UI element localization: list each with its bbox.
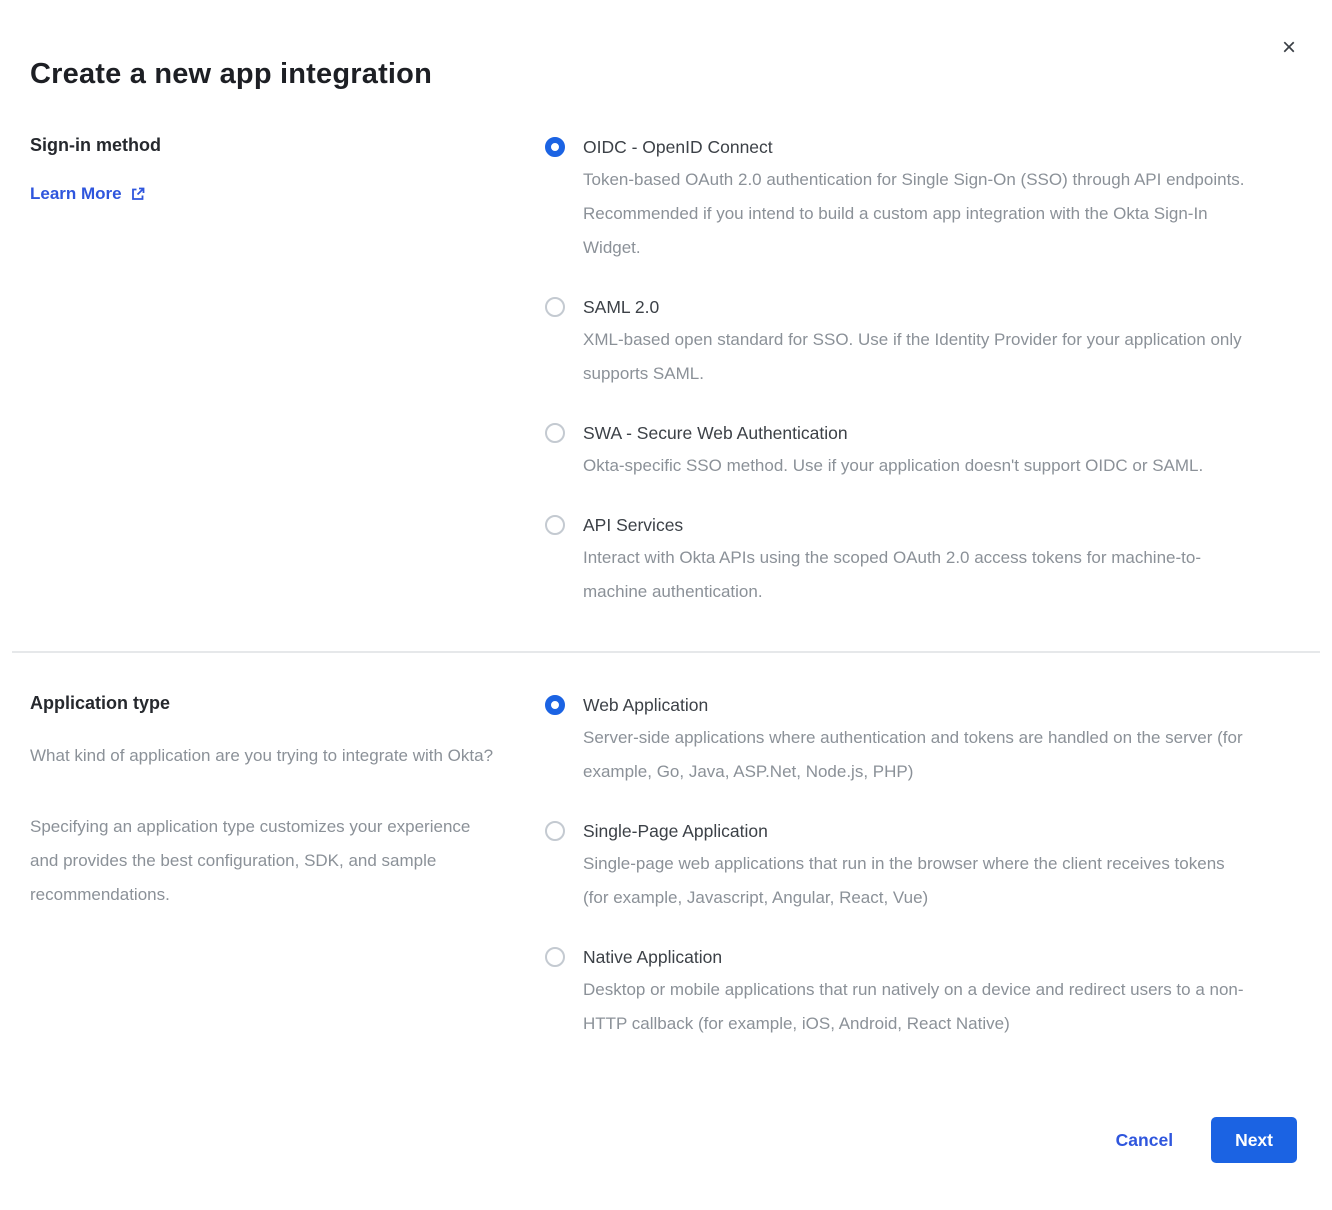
external-link-icon <box>130 186 146 202</box>
radio-option-swa-secure-web-authentication[interactable]: SWA - Secure Web Authentication Okta-spe… <box>545 421 1297 483</box>
create-app-integration-dialog: × Create a new app integration Sign-in m… <box>0 0 1332 1210</box>
radio-option-label[interactable]: Native Application <box>583 945 1251 969</box>
radio-option-native-application[interactable]: Native Application Desktop or mobile app… <box>545 945 1297 1041</box>
radio-option-label[interactable]: API Services <box>583 513 1251 537</box>
radio-option-content: SWA - Secure Web Authentication Okta-spe… <box>583 421 1203 483</box>
cancel-button[interactable]: Cancel <box>1116 1130 1173 1151</box>
radio-selected-icon-web-application[interactable] <box>545 695 565 715</box>
radio-option-oidc-openid-connect[interactable]: OIDC - OpenID Connect Token-based OAuth … <box>545 135 1297 265</box>
radio-option-api-services[interactable]: API Services Interact with Okta APIs usi… <box>545 513 1297 609</box>
radio-option-description: Single-page web applications that run in… <box>583 847 1251 915</box>
learn-more-label: Learn More <box>30 184 122 204</box>
signin-method-label: Sign-in method <box>30 135 545 156</box>
radio-option-content: API Services Interact with Okta APIs usi… <box>583 513 1251 609</box>
radio-option-content: Web Application Server-side applications… <box>583 693 1251 789</box>
radio-unselected-icon-api-services[interactable] <box>545 515 565 535</box>
application-type-label: Application type <box>30 693 545 714</box>
radio-option-label[interactable]: SAML 2.0 <box>583 295 1251 319</box>
radio-unselected-icon-swa-secure-web-authentication[interactable] <box>545 423 565 443</box>
signin-method-section: Sign-in method Learn More OIDC - OpenID … <box>30 135 1297 609</box>
next-button[interactable]: Next <box>1211 1117 1297 1163</box>
section-divider <box>12 651 1320 653</box>
radio-option-label[interactable]: Single-Page Application <box>583 819 1251 843</box>
radio-option-description: Server-side applications where authentic… <box>583 721 1251 789</box>
radio-option-content: OIDC - OpenID Connect Token-based OAuth … <box>583 135 1251 265</box>
application-type-section: Application type What kind of applicatio… <box>30 693 1297 1041</box>
radio-option-label[interactable]: Web Application <box>583 693 1251 717</box>
application-type-options: Web Application Server-side applications… <box>545 693 1297 1041</box>
radio-option-content: Native Application Desktop or mobile app… <box>583 945 1251 1041</box>
radio-option-content: SAML 2.0 XML-based open standard for SSO… <box>583 295 1251 391</box>
radio-option-saml-2-0[interactable]: SAML 2.0 XML-based open standard for SSO… <box>545 295 1297 391</box>
application-type-left-column: Application type What kind of applicatio… <box>30 693 545 1041</box>
dialog-footer: Cancel Next <box>1116 1117 1297 1163</box>
radio-option-description: Interact with Okta APIs using the scoped… <box>583 541 1251 609</box>
radio-unselected-icon-saml-2-0[interactable] <box>545 297 565 317</box>
radio-option-description: Desktop or mobile applications that run … <box>583 973 1251 1041</box>
radio-option-single-page-application[interactable]: Single-Page Application Single-page web … <box>545 819 1297 915</box>
radio-selected-icon-oidc-openid-connect[interactable] <box>545 137 565 157</box>
radio-option-label[interactable]: OIDC - OpenID Connect <box>583 135 1251 159</box>
learn-more-link[interactable]: Learn More <box>30 184 146 204</box>
radio-option-description: Token-based OAuth 2.0 authentication for… <box>583 163 1251 265</box>
close-icon[interactable]: × <box>1282 36 1296 60</box>
radio-unselected-icon-native-application[interactable] <box>545 947 565 967</box>
signin-method-left-column: Sign-in method Learn More <box>30 135 545 609</box>
application-type-explanation: Specifying an application type customize… <box>30 810 498 912</box>
radio-option-description: XML-based open standard for SSO. Use if … <box>583 323 1251 391</box>
radio-option-web-application[interactable]: Web Application Server-side applications… <box>545 693 1297 789</box>
page-title: Create a new app integration <box>30 0 1297 91</box>
application-type-question: What kind of application are you trying … <box>30 739 498 773</box>
radio-option-description: Okta-specific SSO method. Use if your ap… <box>583 449 1203 483</box>
signin-method-options: OIDC - OpenID Connect Token-based OAuth … <box>545 135 1297 609</box>
radio-unselected-icon-single-page-application[interactable] <box>545 821 565 841</box>
radio-option-label[interactable]: SWA - Secure Web Authentication <box>583 421 1203 445</box>
radio-option-content: Single-Page Application Single-page web … <box>583 819 1251 915</box>
